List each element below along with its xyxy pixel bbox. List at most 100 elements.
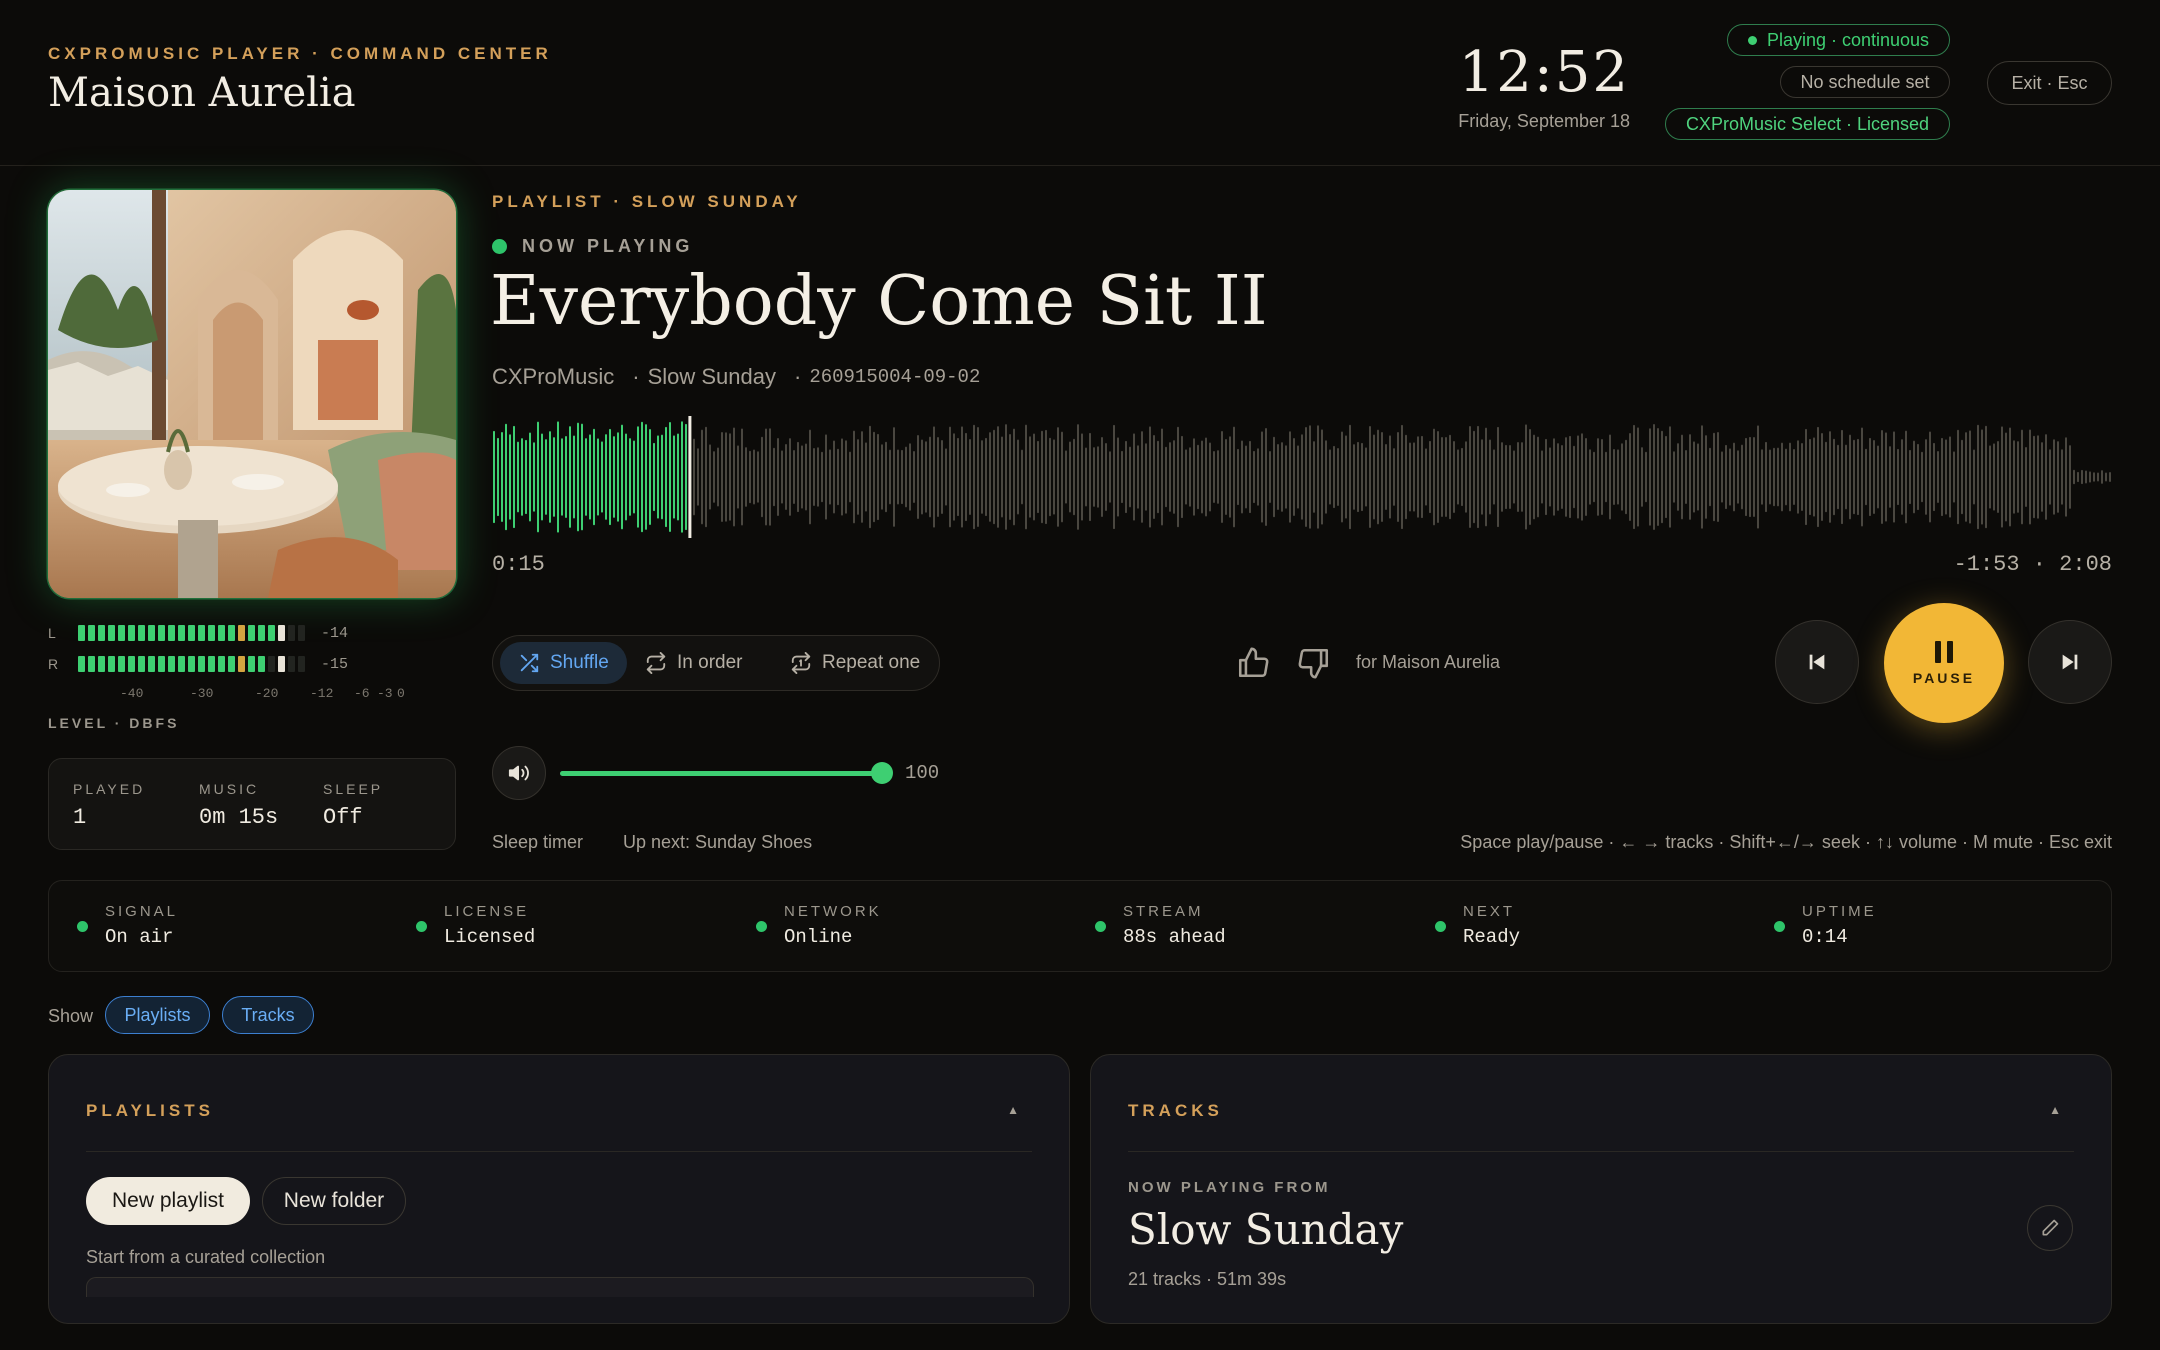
- waveform-bar: [1497, 426, 1499, 528]
- status-value: On air: [105, 926, 174, 948]
- waveform-bar: [817, 447, 819, 507]
- waveform-bar: [1937, 450, 1939, 504]
- waveform-bar: [2053, 439, 2055, 515]
- schedule-status-badge: No schedule set: [1780, 66, 1950, 98]
- new-folder-button[interactable]: New folder: [262, 1177, 406, 1225]
- waveform-bar: [709, 444, 711, 510]
- meter-scale-tick: -20: [255, 686, 279, 701]
- waveform-bar: [741, 428, 743, 526]
- status-dot-icon: [77, 921, 88, 932]
- waveform-bar: [1549, 447, 1551, 507]
- meter-segment: [178, 625, 185, 641]
- waveform-bar: [1741, 444, 1743, 510]
- waveform-bar: [1709, 447, 1711, 507]
- waveform-bar: [1953, 451, 1955, 503]
- waveform-seekbar[interactable]: [492, 416, 2112, 538]
- waveform-bar: [841, 438, 843, 516]
- volume-value: 100: [905, 762, 940, 784]
- waveform-bar: [1453, 441, 1455, 513]
- status-value: Online: [784, 926, 853, 948]
- waveform-bar: [1289, 431, 1291, 523]
- waveform-bar: [1037, 440, 1039, 514]
- waveform-bar: [785, 443, 787, 511]
- waveform-bar: [1101, 437, 1103, 517]
- meter-scale-tick: -40: [120, 686, 144, 701]
- next-track-button[interactable]: [2028, 620, 2112, 704]
- sleep-timer-link[interactable]: Sleep timer: [492, 832, 583, 853]
- waveform-bar: [1321, 429, 1323, 525]
- edit-playlist-button[interactable]: [2027, 1205, 2073, 1251]
- waveform-bar: [801, 445, 803, 509]
- waveform-bar: [1073, 438, 1075, 516]
- waveform-bar: [1853, 439, 1855, 515]
- meter-label: LEVEL · DBFS: [48, 715, 180, 731]
- waveform-bar: [1877, 445, 1879, 509]
- waveform-bar: [865, 442, 867, 512]
- stat-label: MUSIC: [199, 781, 260, 797]
- meter-segment: [198, 656, 205, 672]
- collapse-caret-icon[interactable]: ▲: [2049, 1103, 2061, 1117]
- waveform-bar: [2089, 471, 2091, 483]
- waveform-bar: [1385, 444, 1387, 510]
- waveform-bar: [1933, 442, 1935, 512]
- meter-segment: [228, 625, 235, 641]
- toggle-playlists[interactable]: Playlists: [105, 996, 210, 1034]
- waveform-bar: [1789, 442, 1791, 512]
- waveform-bar: [1169, 442, 1171, 512]
- collapse-caret-icon[interactable]: ▲: [1007, 1103, 1019, 1117]
- waveform-bar: [1673, 451, 1675, 503]
- waveform-bar: [1129, 446, 1131, 508]
- meter-segment: [118, 625, 125, 641]
- shuffle-label: Shuffle: [550, 652, 609, 673]
- waveform-bar: [501, 432, 503, 522]
- waveform-bar: [1277, 443, 1279, 511]
- repeat-one-button[interactable]: Repeat one: [772, 642, 938, 684]
- in-order-button[interactable]: In order: [627, 642, 760, 684]
- waveform-bar: [1025, 424, 1027, 530]
- new-playlist-button[interactable]: New playlist: [86, 1177, 250, 1225]
- waveform-bar: [1261, 431, 1263, 523]
- meter-segment: [288, 656, 295, 672]
- waveform-bar: [753, 449, 755, 505]
- waveform-bar: [1209, 442, 1211, 512]
- status-label: NETWORK: [784, 903, 882, 920]
- pause-button[interactable]: PAUSE: [1884, 603, 2004, 723]
- meter-segment: [268, 625, 275, 641]
- waveform-bar: [2073, 469, 2075, 485]
- waveform-bar: [857, 439, 859, 515]
- mute-button[interactable]: [492, 746, 546, 800]
- time-elapsed: 0:15: [492, 552, 545, 577]
- thumbs-down-icon[interactable]: [1297, 646, 1331, 680]
- volume-slider[interactable]: [560, 771, 882, 776]
- status-dot-icon: [756, 921, 767, 932]
- waveform-bar: [1597, 438, 1599, 516]
- thumbs-up-icon[interactable]: [1236, 646, 1270, 680]
- waveform-bar: [1705, 435, 1707, 519]
- waveform-bar: [1105, 442, 1107, 512]
- waveform-bar: [1885, 432, 1887, 522]
- up-next: Up next: Sunday Shoes: [623, 832, 813, 852]
- waveform-bar: [1085, 447, 1087, 507]
- previous-track-button[interactable]: [1775, 620, 1859, 704]
- shuffle-button[interactable]: Shuffle: [500, 642, 627, 684]
- waveform-bar: [2021, 429, 2023, 525]
- volume-handle[interactable]: [871, 762, 893, 784]
- playhead[interactable]: [688, 416, 692, 538]
- meter-segment: [168, 656, 175, 672]
- waveform-bar: [1797, 440, 1799, 514]
- waveform-bar: [2081, 469, 2083, 485]
- waveform-bar: [1193, 438, 1195, 516]
- exit-button[interactable]: Exit · Esc: [1987, 61, 2112, 105]
- waveform-bar: [1517, 441, 1519, 513]
- waveform-bar: [1821, 432, 1823, 522]
- meter-segment: [98, 656, 105, 672]
- curated-collection-select[interactable]: [86, 1277, 1034, 1297]
- toggle-tracks[interactable]: Tracks: [222, 996, 314, 1034]
- waveform-bar: [1969, 430, 1971, 524]
- meter-segment: [88, 656, 95, 672]
- waveform-bar: [1245, 445, 1247, 509]
- status-value: 88s ahead: [1123, 926, 1226, 948]
- waveform-bar: [613, 436, 615, 518]
- feedback-target: for Maison Aurelia: [1356, 652, 1501, 672]
- pause-label: PAUSE: [1912, 670, 1976, 686]
